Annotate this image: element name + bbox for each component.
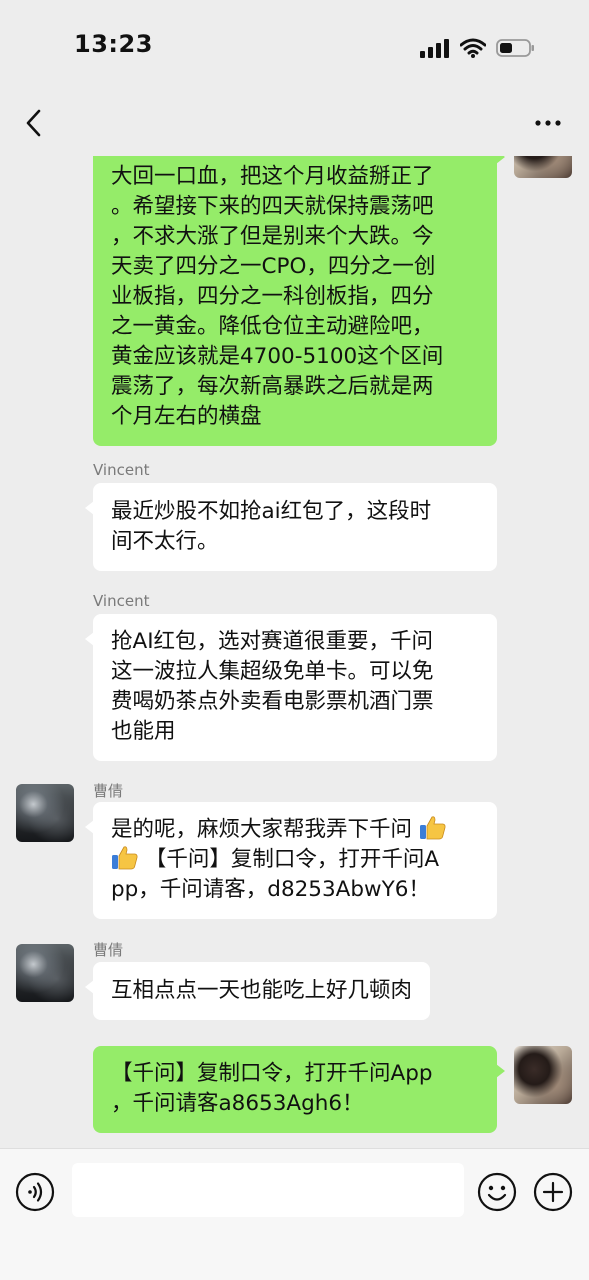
emoji-button[interactable]: [477, 1172, 517, 1212]
message-line: 天卖了四分之一CPO，四分之一创: [111, 254, 436, 279]
contact-avatar[interactable]: [16, 784, 74, 842]
message-line: 最近炒股不如抢ai红包了，这段时: [111, 499, 432, 524]
sender-name: 曹倩: [93, 941, 124, 959]
message-line: 是的呢，麻烦大家帮我弄下千问: [111, 815, 479, 845]
message-bubble[interactable]: 最近炒股不如抢ai红包了，这段时 间不太行。: [85, 483, 497, 571]
message-line: 业板指，四分之一科创板指，四分: [111, 284, 434, 309]
message-line: 。希望接下来的四天就保持震荡吧: [111, 194, 434, 219]
message-bubble[interactable]: 是的呢，麻烦大家帮我弄下千问 【千问】复制口令，打开千问A pp，千问请客，d8…: [85, 802, 497, 919]
sender-name: Vincent: [93, 461, 150, 479]
message-line: 互相点点一天也能吃上好几顿肉: [111, 978, 413, 1003]
message-line: 之一黄金。降低仓位主动避险吧，: [111, 314, 434, 339]
message-line: 也能用: [111, 719, 176, 744]
back-button[interactable]: [16, 104, 50, 142]
battery-icon: [496, 39, 534, 57]
message-line: ，不求大涨了但是别来个大跌。今: [111, 224, 434, 249]
message-line: 费喝奶茶点外卖看电影票机酒门票: [111, 689, 434, 714]
wifi-icon: [460, 38, 486, 58]
message-line: 间不太行。: [111, 529, 219, 554]
emoji-icon: [477, 1172, 517, 1212]
status-bar: 13:23: [0, 0, 589, 90]
message-bubble-mine[interactable]: 大回一口血，把这个月收益掰正了 。希望接下来的四天就保持震荡吧 ，不求大涨了但是…: [93, 156, 505, 446]
message-text: 是的呢，麻烦大家帮我弄下千问: [111, 817, 413, 842]
status-time: 13:23: [74, 30, 153, 58]
sender-name: 曹倩: [93, 782, 124, 800]
contact-avatar[interactable]: [16, 944, 74, 1002]
chat-title: [180, 108, 410, 138]
message-line: 大回一口血，把这个月收益掰正了: [111, 164, 434, 189]
message-line: 这一波拉人集超级免单卡。可以免: [111, 659, 434, 684]
sender-name: Vincent: [93, 592, 150, 610]
my-avatar[interactable]: [514, 1046, 572, 1104]
message-bubble[interactable]: 抢AI红包，选对赛道很重要，千问 这一波拉人集超级免单卡。可以免 费喝奶茶点外卖…: [85, 614, 497, 761]
message-line: 黄金应该就是4700-5100这个区间: [111, 344, 444, 369]
more-button[interactable]: [528, 106, 568, 140]
message-bubble[interactable]: 互相点点一天也能吃上好几顿肉: [84, 962, 431, 1020]
thumbs-up-icon: [419, 816, 446, 840]
my-avatar[interactable]: [514, 156, 572, 178]
message-line: 震荡了，每次新高暴跌之后就是两: [111, 374, 434, 399]
voice-button[interactable]: [15, 1172, 55, 1212]
message-line: ，千问请客a8653Agh6！: [111, 1091, 364, 1116]
message-bubble-mine[interactable]: 【千问】复制口令，打开千问App ，千问请客a8653Agh6！: [93, 1046, 505, 1133]
message-text: 【千问】复制口令，打开千问A: [144, 847, 440, 872]
back-icon: [26, 109, 41, 137]
plus-icon: [533, 1172, 573, 1212]
chat-history[interactable]: 大回一口血，把这个月收益掰正了 。希望接下来的四天就保持震荡吧 ，不求大涨了但是…: [0, 156, 589, 1148]
message-line: 【千问】复制口令，打开千问A: [111, 845, 479, 875]
message-line: 个月左右的横盘: [111, 404, 262, 429]
message-line: pp，千问请客，d8253AbwY6！: [111, 877, 430, 902]
message-input[interactable]: [72, 1163, 464, 1217]
message-line: 抢AI红包，选对赛道很重要，千问: [111, 629, 434, 654]
status-icons: [420, 36, 536, 60]
message-line: 【千问】复制口令，打开千问App: [111, 1061, 433, 1086]
input-bar: [0, 1148, 589, 1280]
nav-bar: [0, 90, 589, 156]
plus-button[interactable]: [533, 1172, 573, 1212]
signal-icon: [420, 39, 449, 58]
thumbs-up-icon: [112, 846, 138, 870]
more-icon: [535, 120, 561, 126]
voice-icon: [15, 1172, 55, 1212]
